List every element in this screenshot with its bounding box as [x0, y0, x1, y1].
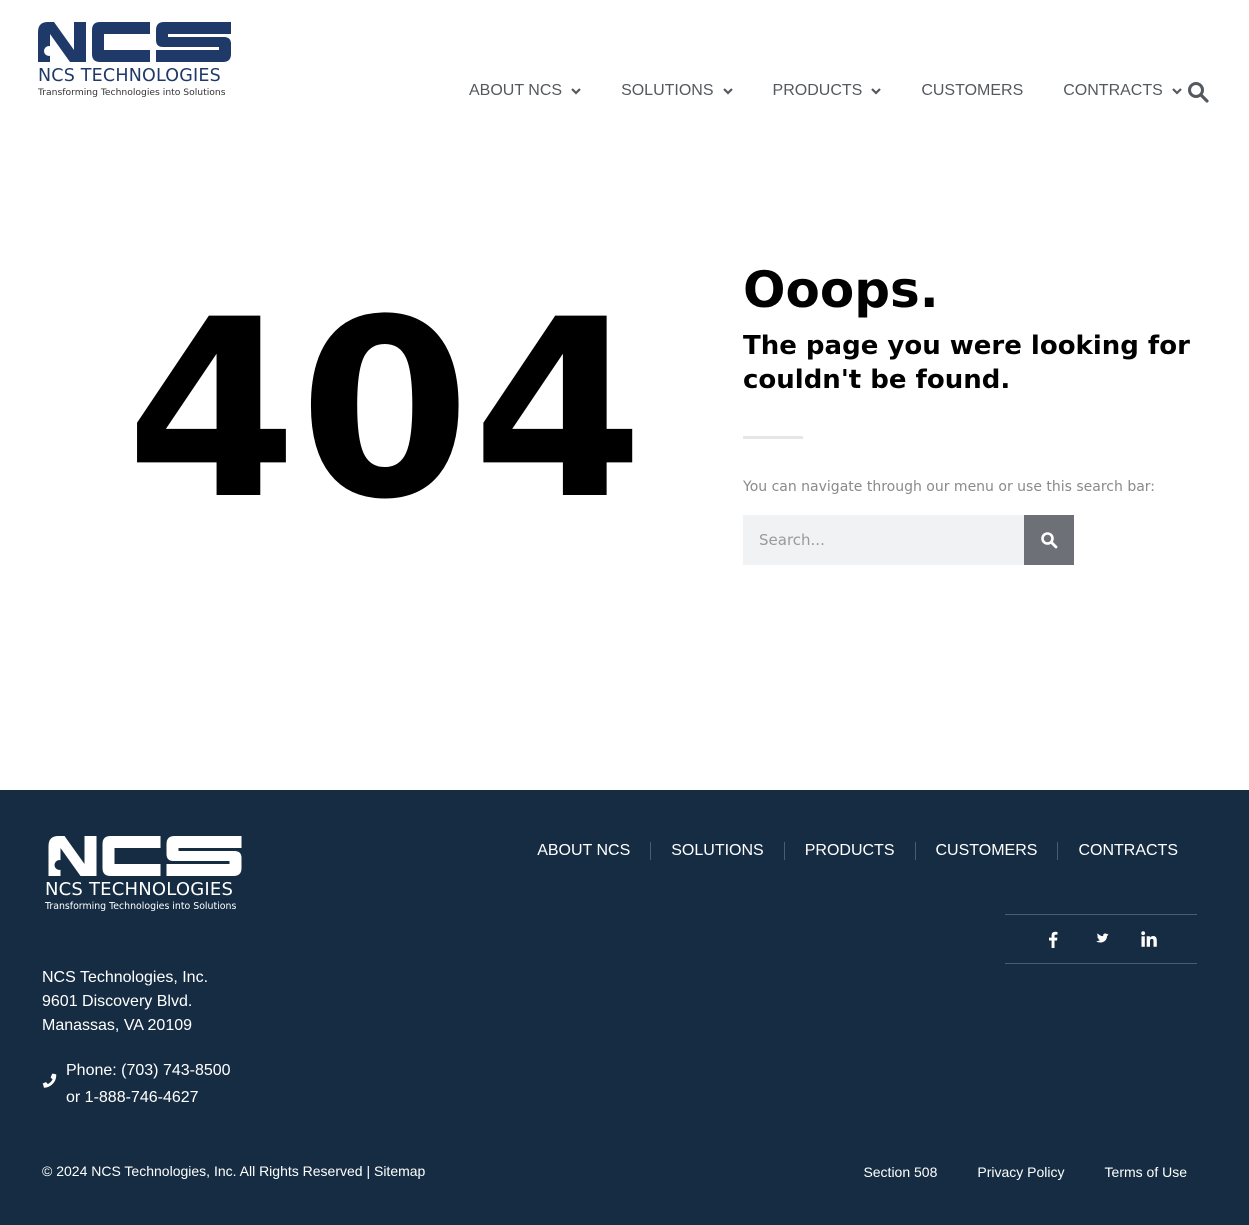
error-subheading: The page you were looking for couldn't b… — [743, 331, 1190, 395]
section-508-link[interactable]: Section 508 — [863, 1164, 937, 1180]
privacy-policy-link[interactable]: Privacy Policy — [977, 1164, 1064, 1180]
search-input[interactable] — [743, 515, 1024, 565]
linkedin-icon[interactable] — [1141, 931, 1157, 947]
city-state-zip: Manassas, VA 20109 — [42, 1017, 193, 1034]
error-heading: Ooops. — [743, 261, 939, 319]
nav-label: SOLUTIONS — [621, 82, 714, 99]
social-links — [1005, 914, 1197, 964]
chevron-down-icon — [722, 88, 733, 95]
nav-item-products[interactable]: PRODUCTS — [773, 82, 882, 100]
facebook-icon[interactable] — [1045, 931, 1061, 948]
nav-item-solutions[interactable]: SOLUTIONS — [621, 82, 733, 100]
toll-free-number[interactable]: or 1-888-746-4627 — [66, 1084, 231, 1111]
sitemap-link[interactable]: Sitemap — [374, 1163, 425, 1179]
company-name: NCS Technologies, Inc. — [42, 969, 209, 986]
nav-label: CONTRACTS — [1063, 82, 1163, 99]
logo-tagline: Transforming Technologies into Solutions — [45, 901, 237, 912]
nav-label: CUSTOMERS — [921, 82, 1024, 99]
search-form — [743, 515, 1074, 565]
footer-nav-about-ncs[interactable]: ABOUT NCS — [517, 842, 650, 860]
nav-item-customers[interactable]: CUSTOMERS — [921, 82, 1023, 100]
copyright-text: © 2024 NCS Technologies, Inc. All Rights… — [42, 1163, 374, 1179]
phone-number[interactable]: Phone: (703) 743-8500 — [66, 1057, 231, 1084]
search-icon[interactable] — [1187, 81, 1209, 103]
chevron-down-icon — [1172, 88, 1182, 95]
ncs-logo[interactable]: NCS TECHNOLOGIES Transforming Technologi… — [38, 22, 234, 98]
nav-label: PRODUCTS — [772, 82, 863, 99]
site-footer: NCS TECHNOLOGIES Transforming Technologi… — [0, 790, 1249, 1225]
nav-item-about-ncs[interactable]: ABOUT NCS — [469, 82, 581, 100]
error-code: 404 — [126, 268, 646, 554]
footer-ncs-logo[interactable]: NCS TECHNOLOGIES Transforming Technologi… — [45, 836, 250, 912]
street-address: 9601 Discovery Blvd. — [42, 993, 193, 1010]
footer-nav-products[interactable]: PRODUCTS — [783, 842, 915, 860]
footer-nav-contracts[interactable]: CONTRACTS — [1057, 842, 1198, 860]
twitter-icon[interactable] — [1093, 931, 1109, 947]
main-nav: ABOUT NCS SOLUTIONS PRODUCTS CUSTOMERS C… — [469, 80, 1182, 102]
nav-label: ABOUT NCS — [469, 82, 563, 99]
legal-links: Section 508 Privacy Policy Terms of Use — [823, 1164, 1187, 1180]
footer-nav: ABOUT NCS SOLUTIONS PRODUCTS CUSTOMERS C… — [517, 842, 1198, 860]
search-hint: You can navigate through our menu or use… — [743, 479, 1156, 495]
chevron-down-icon — [571, 88, 581, 95]
footer-nav-customers[interactable]: CUSTOMERS — [914, 842, 1058, 860]
logo-tagline: Transforming Technologies into Solutions — [38, 87, 226, 98]
logo-name: NCS TECHNOLOGIES — [45, 879, 234, 900]
logo-name: NCS TECHNOLOGIES — [38, 66, 221, 86]
divider — [743, 436, 803, 439]
footer-nav-solutions[interactable]: SOLUTIONS — [650, 842, 783, 860]
search-icon — [1041, 532, 1058, 549]
nav-item-contracts[interactable]: CONTRACTS — [1063, 82, 1182, 100]
ncs-logo-mark-icon — [38, 22, 231, 62]
terms-of-use-link[interactable]: Terms of Use — [1105, 1164, 1187, 1180]
phone-icon — [42, 1073, 57, 1088]
chevron-down-icon — [871, 88, 882, 95]
search-submit-button[interactable] — [1024, 515, 1074, 565]
ncs-logo-mark-icon — [48, 836, 242, 876]
company-address: NCS Technologies, Inc. 9601 Discovery Bl… — [42, 966, 208, 1038]
copyright: © 2024 NCS Technologies, Inc. All Rights… — [42, 1163, 425, 1179]
site-header: NCS TECHNOLOGIES Transforming Technologi… — [0, 0, 1249, 140]
